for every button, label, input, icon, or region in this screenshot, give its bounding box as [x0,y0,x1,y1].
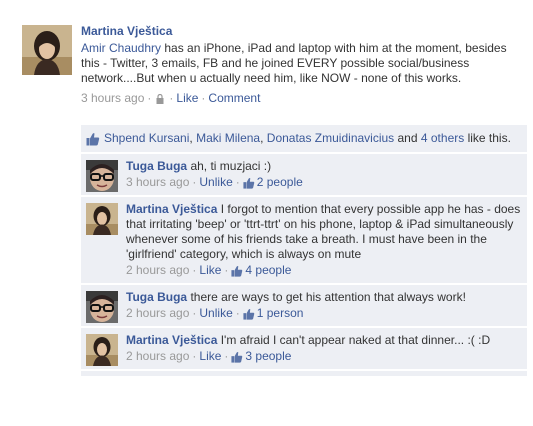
author-avatar[interactable] [22,25,72,75]
others-link[interactable]: 4 others [421,131,464,145]
avatar-photo-martina [22,25,72,75]
tagged-person-link[interactable]: Amir Chaudhry [81,41,161,55]
like-link[interactable]: Like [199,263,221,278]
comment-meta: 2 hours ago · Unlike · 1 person [126,306,521,321]
comment-likes-count: 4 people [245,263,292,277]
commenter-avatar[interactable] [86,203,118,235]
comment-author[interactable]: Tuga Buga [126,290,187,304]
comment-timestamp[interactable]: 2 hours ago [126,306,189,321]
comment-likes-count: 1 person [256,306,304,320]
comment-item: Tuga Buga ah, ti muzjaci :) 3 hours ago … [81,154,527,195]
comment-meta: 3 hours ago · Unlike · 2 people [126,175,521,190]
separator-dot: · [192,263,197,277]
thumbs-up-icon [243,177,255,189]
likes-summary: Shpend Kursani, Maki Milena, Donatas Zmu… [81,125,527,152]
post-meta: 3 hours ago · · Like · Comment [81,91,527,106]
comment-likes-link[interactable]: 3 people [231,349,291,364]
liker-link[interactable]: Shpend Kursani [104,131,189,145]
comment-timestamp[interactable]: 3 hours ago [126,175,189,190]
separator-dot: · [169,91,174,105]
post-timestamp[interactable]: 3 hours ago [81,91,144,106]
unlike-link[interactable]: Unlike [199,175,232,190]
thumbs-up-icon [231,265,243,277]
comment-body: Tuga Buga there are ways to get his atte… [126,285,527,326]
avatar-photo-martina [86,203,118,235]
comment-list-continuation [81,371,527,376]
comment-text: ah, ti muzjaci :) [187,159,272,173]
avatar-photo-tuga [86,160,118,192]
comment-text-line: Martina Vještica I'm afraid I can't appe… [126,333,521,348]
comment-likes-count: 2 people [256,175,303,189]
comment-body: Martina Vještica I'm afraid I can't appe… [126,328,527,369]
separator-dot: · [201,91,206,105]
liker-link[interactable]: Donatas Zmuidinavicius [267,131,394,145]
comment-link[interactable]: Comment [208,91,260,106]
comment-author[interactable]: Martina Vještica [126,202,217,216]
liker-link[interactable]: Maki Milena [196,131,260,145]
unlike-link[interactable]: Unlike [199,306,232,321]
separator-dot: · [224,263,229,277]
comment-timestamp[interactable]: 2 hours ago [126,263,189,278]
separator-dot: · [224,349,229,363]
comment-meta: 2 hours ago · Like · 4 people [126,263,521,278]
separator-dot: · [192,349,197,363]
thumbs-up-icon [231,351,243,363]
story-content: Martina Vještica Amir Chaudhry has an iP… [81,23,527,106]
separator-dot: · [192,306,197,320]
separator-dot: · [235,175,240,189]
comment-author[interactable]: Martina Vještica [126,333,217,347]
comment-text-line: Tuga Buga ah, ti muzjaci :) [126,159,521,174]
thumbs-up-icon [243,308,255,320]
likes-suffix: like this. [464,131,511,145]
separator-dot: · [147,91,152,105]
commenter-avatar[interactable] [86,160,118,192]
comment-likes-count: 3 people [245,349,292,363]
lock-icon[interactable] [156,93,164,104]
commenter-avatar[interactable] [86,291,118,323]
comment-likes-link[interactable]: 2 people [243,175,303,190]
commenter-avatar[interactable] [86,334,118,366]
comment-meta: 2 hours ago · Like · 3 people [126,349,521,364]
comment-body: Tuga Buga ah, ti muzjaci :) 3 hours ago … [126,154,527,195]
comment-likes-link[interactable]: 1 person [243,306,304,321]
comment-text-line: Martina Vještica I forgot to mention tha… [126,202,521,262]
like-link[interactable]: Like [199,349,221,364]
comment-likes-link[interactable]: 4 people [231,263,291,278]
comment-author[interactable]: Tuga Buga [126,159,187,173]
comment-item: Martina Vještica I'm afraid I can't appe… [81,328,527,369]
like-link[interactable]: Like [176,91,198,106]
avatar-photo-tuga [86,291,118,323]
comment-timestamp[interactable]: 2 hours ago [126,349,189,364]
comment-item: Tuga Buga there are ways to get his atte… [81,285,527,326]
likes-and: and [394,131,421,145]
likes-comma: , [260,131,267,145]
comment-body: Martina Vještica I forgot to mention tha… [126,197,527,283]
avatar-photo-martina [86,334,118,366]
comment-text: there are ways to get his attention that… [187,290,466,304]
post-message: Amir Chaudhry has an iPhone, iPad and la… [81,41,521,86]
feedback-section: Shpend Kursani, Maki Milena, Donatas Zmu… [81,125,527,376]
post-author-name[interactable]: Martina Vještica [81,23,527,39]
comment-text: I'm afraid I can't appear naked at that … [217,333,491,347]
separator-dot: · [192,175,197,189]
thumbs-up-icon [86,133,100,146]
separator-dot: · [235,306,240,320]
likes-text: Shpend Kursani, Maki Milena, Donatas Zmu… [104,131,511,146]
comment-item: Martina Vještica I forgot to mention tha… [81,197,527,283]
comment-text-line: Tuga Buga there are ways to get his atte… [126,290,521,305]
